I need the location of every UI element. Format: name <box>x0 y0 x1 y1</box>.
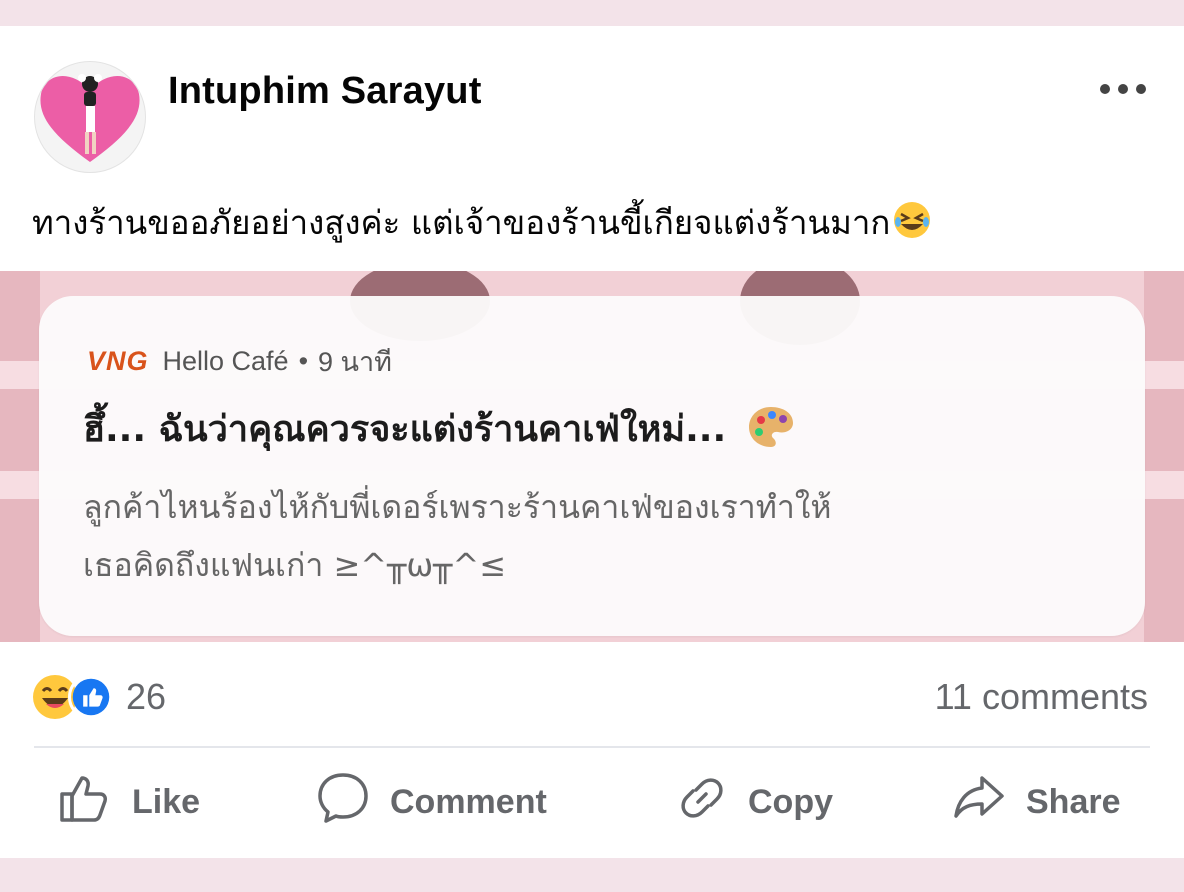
share-label: Share <box>1026 782 1121 821</box>
copy-button[interactable]: Copy <box>676 772 833 832</box>
author-avatar[interactable] <box>34 61 146 173</box>
post-text-content: ทางร้านขออภัยอย่างสูงค่ะ แต่เจ้าของร้านข… <box>32 203 891 242</box>
notification-app-name: Hello Café <box>162 346 289 376</box>
copy-label: Copy <box>748 782 833 821</box>
divider <box>34 746 1150 748</box>
comment-label: Comment <box>390 782 547 821</box>
like-button[interactable]: Like <box>58 772 200 832</box>
notification-title: ฮึ้... ฉันว่าคุณควรจะแต่งร้านคาเฟ่ใหม่..… <box>83 400 795 458</box>
more-dot-icon <box>1136 84 1146 94</box>
reactions-summary[interactable]: 26 <box>32 674 166 720</box>
notification-body: ลูกค้าไหนร้องไห้กับพี่เดอร์เพราะร้านคาเฟ… <box>83 478 1103 594</box>
notification-time: 9 นาที <box>318 347 392 377</box>
game-notification-card: VNG Hello Café • 9 นาที ฮึ้... ฉันว่าคุณ… <box>39 296 1145 636</box>
post-text: ทางร้านขออภัยอย่างสูงค่ะ แต่เจ้าของร้านข… <box>32 196 1152 249</box>
rolling-laughing-emoji-icon <box>892 200 932 248</box>
reaction-count: 26 <box>126 676 167 717</box>
bottom-background-strip <box>0 858 1184 892</box>
more-options-button[interactable] <box>1096 72 1150 106</box>
link-icon <box>676 772 748 833</box>
thumbs-up-icon <box>58 772 132 833</box>
more-dot-icon <box>1100 84 1110 94</box>
notification-body-line: ลูกค้าไหนร้องไห้กับพี่เดอร์เพราะร้านคาเฟ… <box>83 488 832 526</box>
share-arrow-icon <box>952 774 1026 831</box>
author-name[interactable]: Intuphim Sarayut <box>168 70 482 113</box>
notification-title-text: ฮึ้... ฉันว่าคุณควรจะแต่งร้านคาเฟ่ใหม่..… <box>83 409 727 450</box>
more-dot-icon <box>1118 84 1128 94</box>
comments-count-link[interactable]: 11 comments <box>935 676 1148 718</box>
notification-header: VNG Hello Café • 9 นาที <box>87 340 392 383</box>
notification-body-line: เธอคิดถึงแฟนเก่า ≥^╥ω╥^≤ <box>83 546 507 584</box>
avatar-heart-image <box>40 74 140 162</box>
share-button[interactable]: Share <box>952 772 1121 832</box>
top-background-strip <box>0 0 1184 26</box>
comment-button[interactable]: Comment <box>316 772 547 832</box>
comment-bubble-icon <box>316 771 390 834</box>
notification-separator: • <box>298 346 309 376</box>
like-label: Like <box>132 782 201 821</box>
thumbs-up-reaction-icon <box>68 674 114 720</box>
artist-palette-icon <box>747 405 795 458</box>
vng-logo: VNG <box>87 346 149 376</box>
